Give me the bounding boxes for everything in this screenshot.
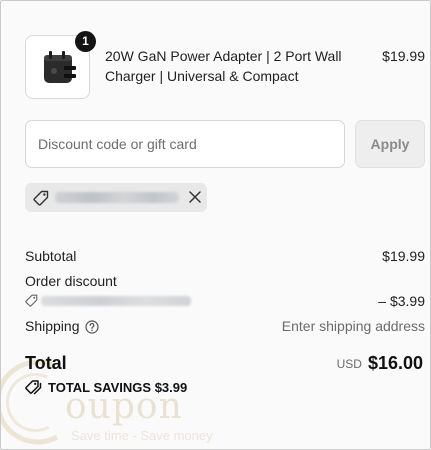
close-icon[interactable] — [185, 187, 205, 207]
order-discount-row: Order discount — [25, 272, 425, 290]
product-price: $19.99 — [382, 48, 425, 64]
tags-icon — [25, 380, 42, 395]
order-discount-code-row: – $3.99 — [25, 292, 425, 310]
tag-icon — [25, 294, 38, 307]
product-thumbnail: 1 — [25, 31, 96, 99]
applied-discount-chip — [25, 183, 207, 212]
tag-icon — [33, 190, 49, 206]
savings-value: $3.99 — [154, 380, 188, 395]
order-discount-value: – $3.99 — [378, 293, 425, 309]
shipping-row: Shipping Enter shipping address — [25, 317, 425, 335]
subtotal-label: Subtotal — [25, 248, 77, 264]
order-discount-label: Order discount — [25, 273, 117, 289]
cart-line-item: 1 20W GaN Power Adapter | 2 Port Wall Ch… — [25, 31, 425, 101]
savings-label: TOTAL SAVINGS — [48, 380, 152, 395]
subtotal-row: Subtotal $19.99 — [25, 247, 425, 265]
shipping-label: Shipping — [25, 318, 80, 334]
apply-discount-button[interactable]: Apply — [355, 120, 425, 168]
total-label: Total — [25, 353, 67, 373]
currency-code: USD — [336, 357, 362, 371]
watermark-tagline: Save time - Save money — [71, 428, 213, 443]
total-savings: TOTAL SAVINGS $3.99 — [25, 380, 187, 395]
help-icon[interactable] — [84, 320, 99, 334]
total-value-group: USD $16.00 — [337, 353, 423, 374]
discount-code-redacted — [41, 296, 191, 306]
discount-code-input[interactable] — [25, 120, 345, 168]
total-value: $16.00 — [367, 353, 423, 373]
subtotal-value: $19.99 — [382, 248, 425, 264]
shipping-value: Enter shipping address — [281, 318, 425, 334]
checkout-order-summary: 1 20W GaN Power Adapter | 2 Port Wall Ch… — [0, 0, 431, 450]
discount-code-redacted — [55, 192, 179, 203]
product-title: 20W GaN Power Adapter | 2 Port Wall Char… — [105, 48, 342, 84]
quantity-badge: 1 — [75, 31, 96, 52]
